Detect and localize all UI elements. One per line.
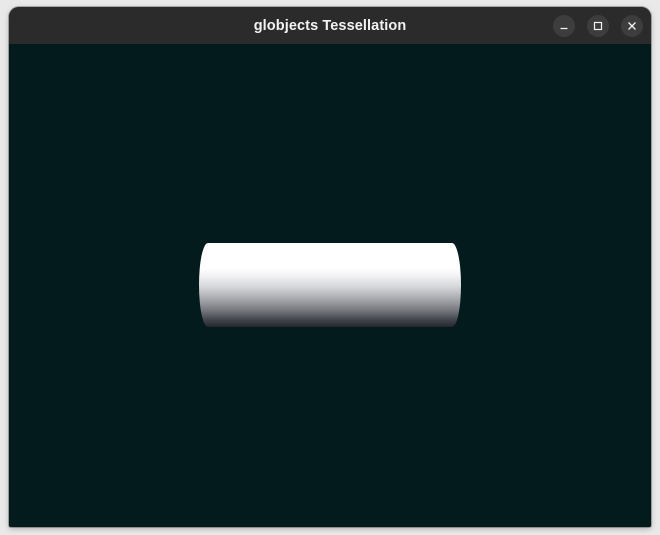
opengl-viewport[interactable] — [9, 44, 651, 527]
minimize-icon — [560, 27, 568, 30]
title-bar[interactable]: globjects Tessellation — [9, 7, 651, 44]
minimize-button[interactable] — [553, 15, 575, 37]
maximize-button[interactable] — [587, 15, 609, 37]
close-button[interactable] — [621, 15, 643, 37]
maximize-icon — [593, 21, 603, 31]
tessellated-cylinder — [199, 243, 461, 327]
app-window: globjects Tessellation — [9, 7, 651, 527]
close-icon — [628, 22, 636, 30]
window-controls — [553, 15, 643, 37]
